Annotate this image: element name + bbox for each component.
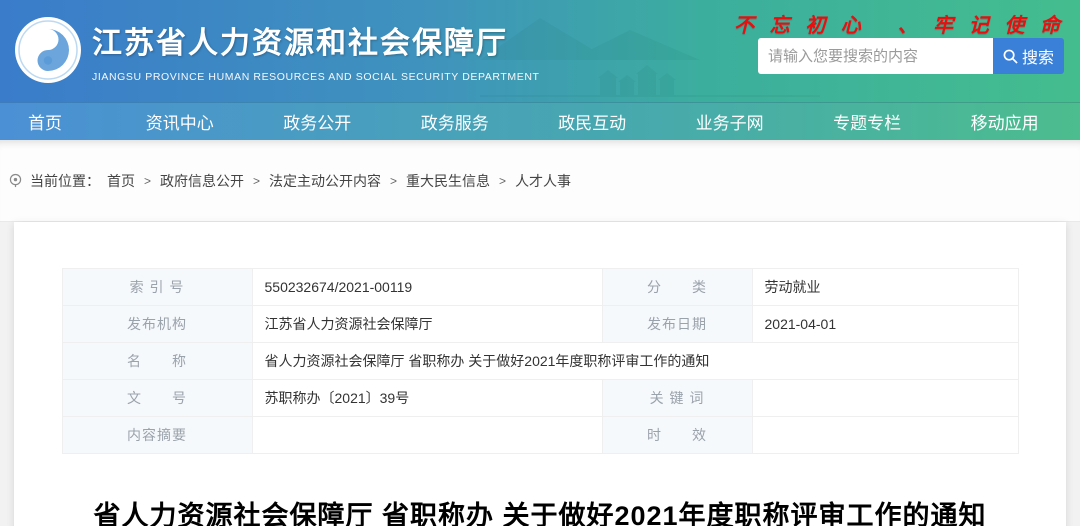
table-row: 内容摘要 时 效 xyxy=(61,416,1019,454)
breadcrumb-bar: 当前位置： 首页 > 政府信息公开 > 法定主动公开内容 > 重大民生信息 > … xyxy=(0,140,1080,222)
site-header: 江苏省人力资源和社会保障厅 JIANGSU PROVINCE HUMAN RES… xyxy=(0,0,1080,102)
search-button-label: 搜索 xyxy=(1021,50,1054,67)
breadcrumb-item-statutory-disclosure[interactable]: 法定主动公开内容 xyxy=(269,171,381,191)
department-logo-icon xyxy=(15,17,81,83)
breadcrumb-separator: > xyxy=(499,173,507,188)
publish-date-label: 发布日期 xyxy=(601,305,753,343)
document-info-table: 索 引 号 550232674/2021-00119 分 类 劳动就业 发布机构… xyxy=(61,268,1019,454)
doc-number-value: 苏职称办〔2021〕39号 xyxy=(251,379,603,417)
validity-value xyxy=(751,416,1019,454)
doc-number-label: 文 号 xyxy=(61,379,253,417)
nav-item-gov-services[interactable]: 政务服务 xyxy=(393,103,530,140)
breadcrumb-item-home[interactable]: 首页 xyxy=(107,171,135,191)
nav-item-news-center[interactable]: 资讯中心 xyxy=(118,103,255,140)
issuing-agency-label: 发布机构 xyxy=(61,305,253,343)
name-value: 省人力资源社会保障厅 省职称办 关于做好2021年度职称评审工作的通知 xyxy=(251,342,1019,380)
nav-item-public-interaction[interactable]: 政民互动 xyxy=(530,103,667,140)
breadcrumb: 当前位置： 首页 > 政府信息公开 > 法定主动公开内容 > 重大民生信息 > … xyxy=(8,171,571,191)
nav-item-business-subnet[interactable]: 业务子网 xyxy=(668,103,805,140)
site-subtitle: JIANGSU PROVINCE HUMAN RESOURCES AND SOC… xyxy=(92,70,540,83)
breadcrumb-separator: > xyxy=(390,173,398,188)
issuing-agency-value: 江苏省人力资源社会保障厅 xyxy=(251,305,603,343)
nav-item-home[interactable]: 首页 xyxy=(0,103,118,140)
index-number-label: 索 引 号 xyxy=(61,268,253,306)
site-title: 江苏省人力资源和社会保障厅 xyxy=(92,26,508,60)
name-label: 名 称 xyxy=(61,342,253,380)
table-row: 文 号 苏职称办〔2021〕39号 关 键 词 xyxy=(61,379,1019,417)
category-label: 分 类 xyxy=(601,268,753,306)
search-bar: 搜索 xyxy=(758,38,1064,74)
breadcrumb-item-gov-info[interactable]: 政府信息公开 xyxy=(160,171,244,191)
summary-value xyxy=(251,416,603,454)
keywords-value xyxy=(751,379,1019,417)
slogan-banner: 不忘初心 、牢记使命 xyxy=(734,15,1064,37)
nav-item-mobile-apps[interactable]: 移动应用 xyxy=(943,103,1080,140)
content-card: 索 引 号 550232674/2021-00119 分 类 劳动就业 发布机构… xyxy=(14,222,1066,526)
location-pin-icon xyxy=(9,173,22,188)
article-title: 省人力资源社会保障厅 省职称办 关于做好2021年度职称评审工作的通知 xyxy=(93,501,987,526)
search-button[interactable]: 搜索 xyxy=(993,38,1064,74)
search-input[interactable] xyxy=(758,38,993,74)
search-icon xyxy=(1003,49,1018,64)
summary-label: 内容摘要 xyxy=(61,416,253,454)
index-number-value: 550232674/2021-00119 xyxy=(251,268,603,306)
table-row: 名 称 省人力资源社会保障厅 省职称办 关于做好2021年度职称评审工作的通知 xyxy=(61,342,1019,380)
breadcrumb-separator: > xyxy=(144,173,152,188)
breadcrumb-item-talent-personnel[interactable]: 人才人事 xyxy=(515,171,571,191)
keywords-label: 关 键 词 xyxy=(601,379,753,417)
table-row: 发布机构 江苏省人力资源社会保障厅 发布日期 2021-04-01 xyxy=(61,305,1019,343)
breadcrumb-prefix: 当前位置： xyxy=(30,172,100,189)
main-nav: 首页 资讯中心 政务公开 政务服务 政民互动 业务子网 专题专栏 移动应用 xyxy=(0,102,1080,140)
table-row: 索 引 号 550232674/2021-00119 分 类 劳动就业 xyxy=(61,268,1019,306)
site-logo-and-title[interactable]: 江苏省人力资源和社会保障厅 JIANGSU PROVINCE HUMAN RES… xyxy=(14,16,540,84)
publish-date-value: 2021-04-01 xyxy=(751,305,1019,343)
breadcrumb-separator: > xyxy=(253,173,261,188)
breadcrumb-item-livelihood-info[interactable]: 重大民生信息 xyxy=(406,171,490,191)
category-value: 劳动就业 xyxy=(751,268,1019,306)
nav-item-gov-disclosure[interactable]: 政务公开 xyxy=(255,103,392,140)
validity-label: 时 效 xyxy=(601,416,753,454)
nav-item-special-topics[interactable]: 专题专栏 xyxy=(805,103,942,140)
